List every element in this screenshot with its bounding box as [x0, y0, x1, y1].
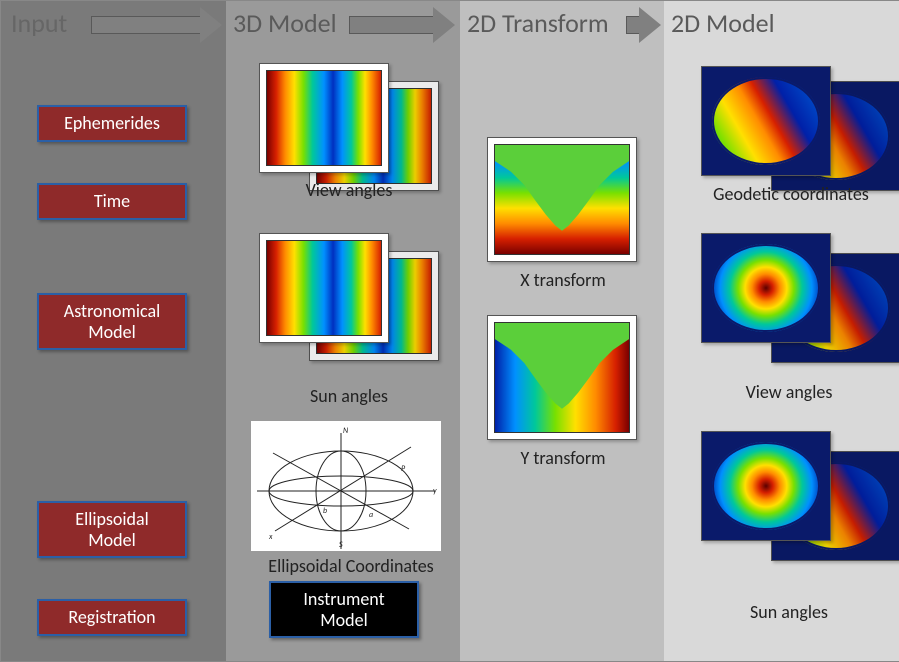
caption-ellipsoidal-coords: Ellipsoidal Coordinates	[241, 555, 461, 577]
plot-3d-view-angles-front	[259, 63, 389, 173]
instrument-model-box: Instrument Model	[269, 581, 419, 638]
caption-2d-sun-angles: Sun angles	[689, 601, 889, 623]
plot-2d-view-angles-front	[701, 233, 831, 343]
svg-text:S: S	[339, 540, 343, 550]
header-input: Input	[11, 7, 67, 39]
plot-3d-sun-angles-front	[259, 233, 389, 343]
caption-y-transform: Y transform	[463, 447, 663, 469]
pipeline-diagram: Input 3D Model 2D Transform 2D Model Eph…	[0, 0, 899, 662]
header-3d-model: 3D Model	[233, 7, 337, 39]
caption-2d-geodetic: Geodetic coordinates	[681, 183, 899, 205]
input-ephemerides: Ephemerides	[37, 105, 187, 142]
svg-text:y: y	[433, 486, 437, 496]
header-2d-transform: 2D Transform	[467, 7, 609, 39]
plot-2d-sun-angles-front	[701, 431, 831, 541]
input-time: Time	[37, 183, 187, 220]
svg-text:x: x	[268, 532, 273, 542]
header-2d-model: 2D Model	[671, 7, 775, 39]
svg-text:a: a	[369, 510, 373, 520]
caption-2d-view-angles: View angles	[689, 381, 889, 403]
caption-3d-view-angles: View angles	[249, 179, 449, 201]
svg-text:b: b	[323, 506, 327, 516]
arrow-2dtransform-to-2dmodel	[626, 7, 661, 43]
arrow-3d-to-2dtransform	[349, 7, 455, 43]
input-registration: Registration	[37, 599, 187, 636]
caption-x-transform: X transform	[463, 269, 663, 291]
ellipsoidal-sketch: N y x P a b S	[251, 421, 441, 551]
caption-3d-sun-angles: Sun angles	[249, 385, 449, 407]
svg-text:N: N	[343, 426, 348, 436]
plot-y-transform	[487, 315, 637, 440]
plot-x-transform	[487, 137, 637, 262]
plot-2d-geodetic-front	[701, 66, 831, 176]
input-astronomical-model: Astronomical Model	[37, 293, 187, 350]
arrow-input-to-3d	[91, 7, 222, 43]
input-ellipsoidal-model: Ellipsoidal Model	[37, 501, 187, 558]
